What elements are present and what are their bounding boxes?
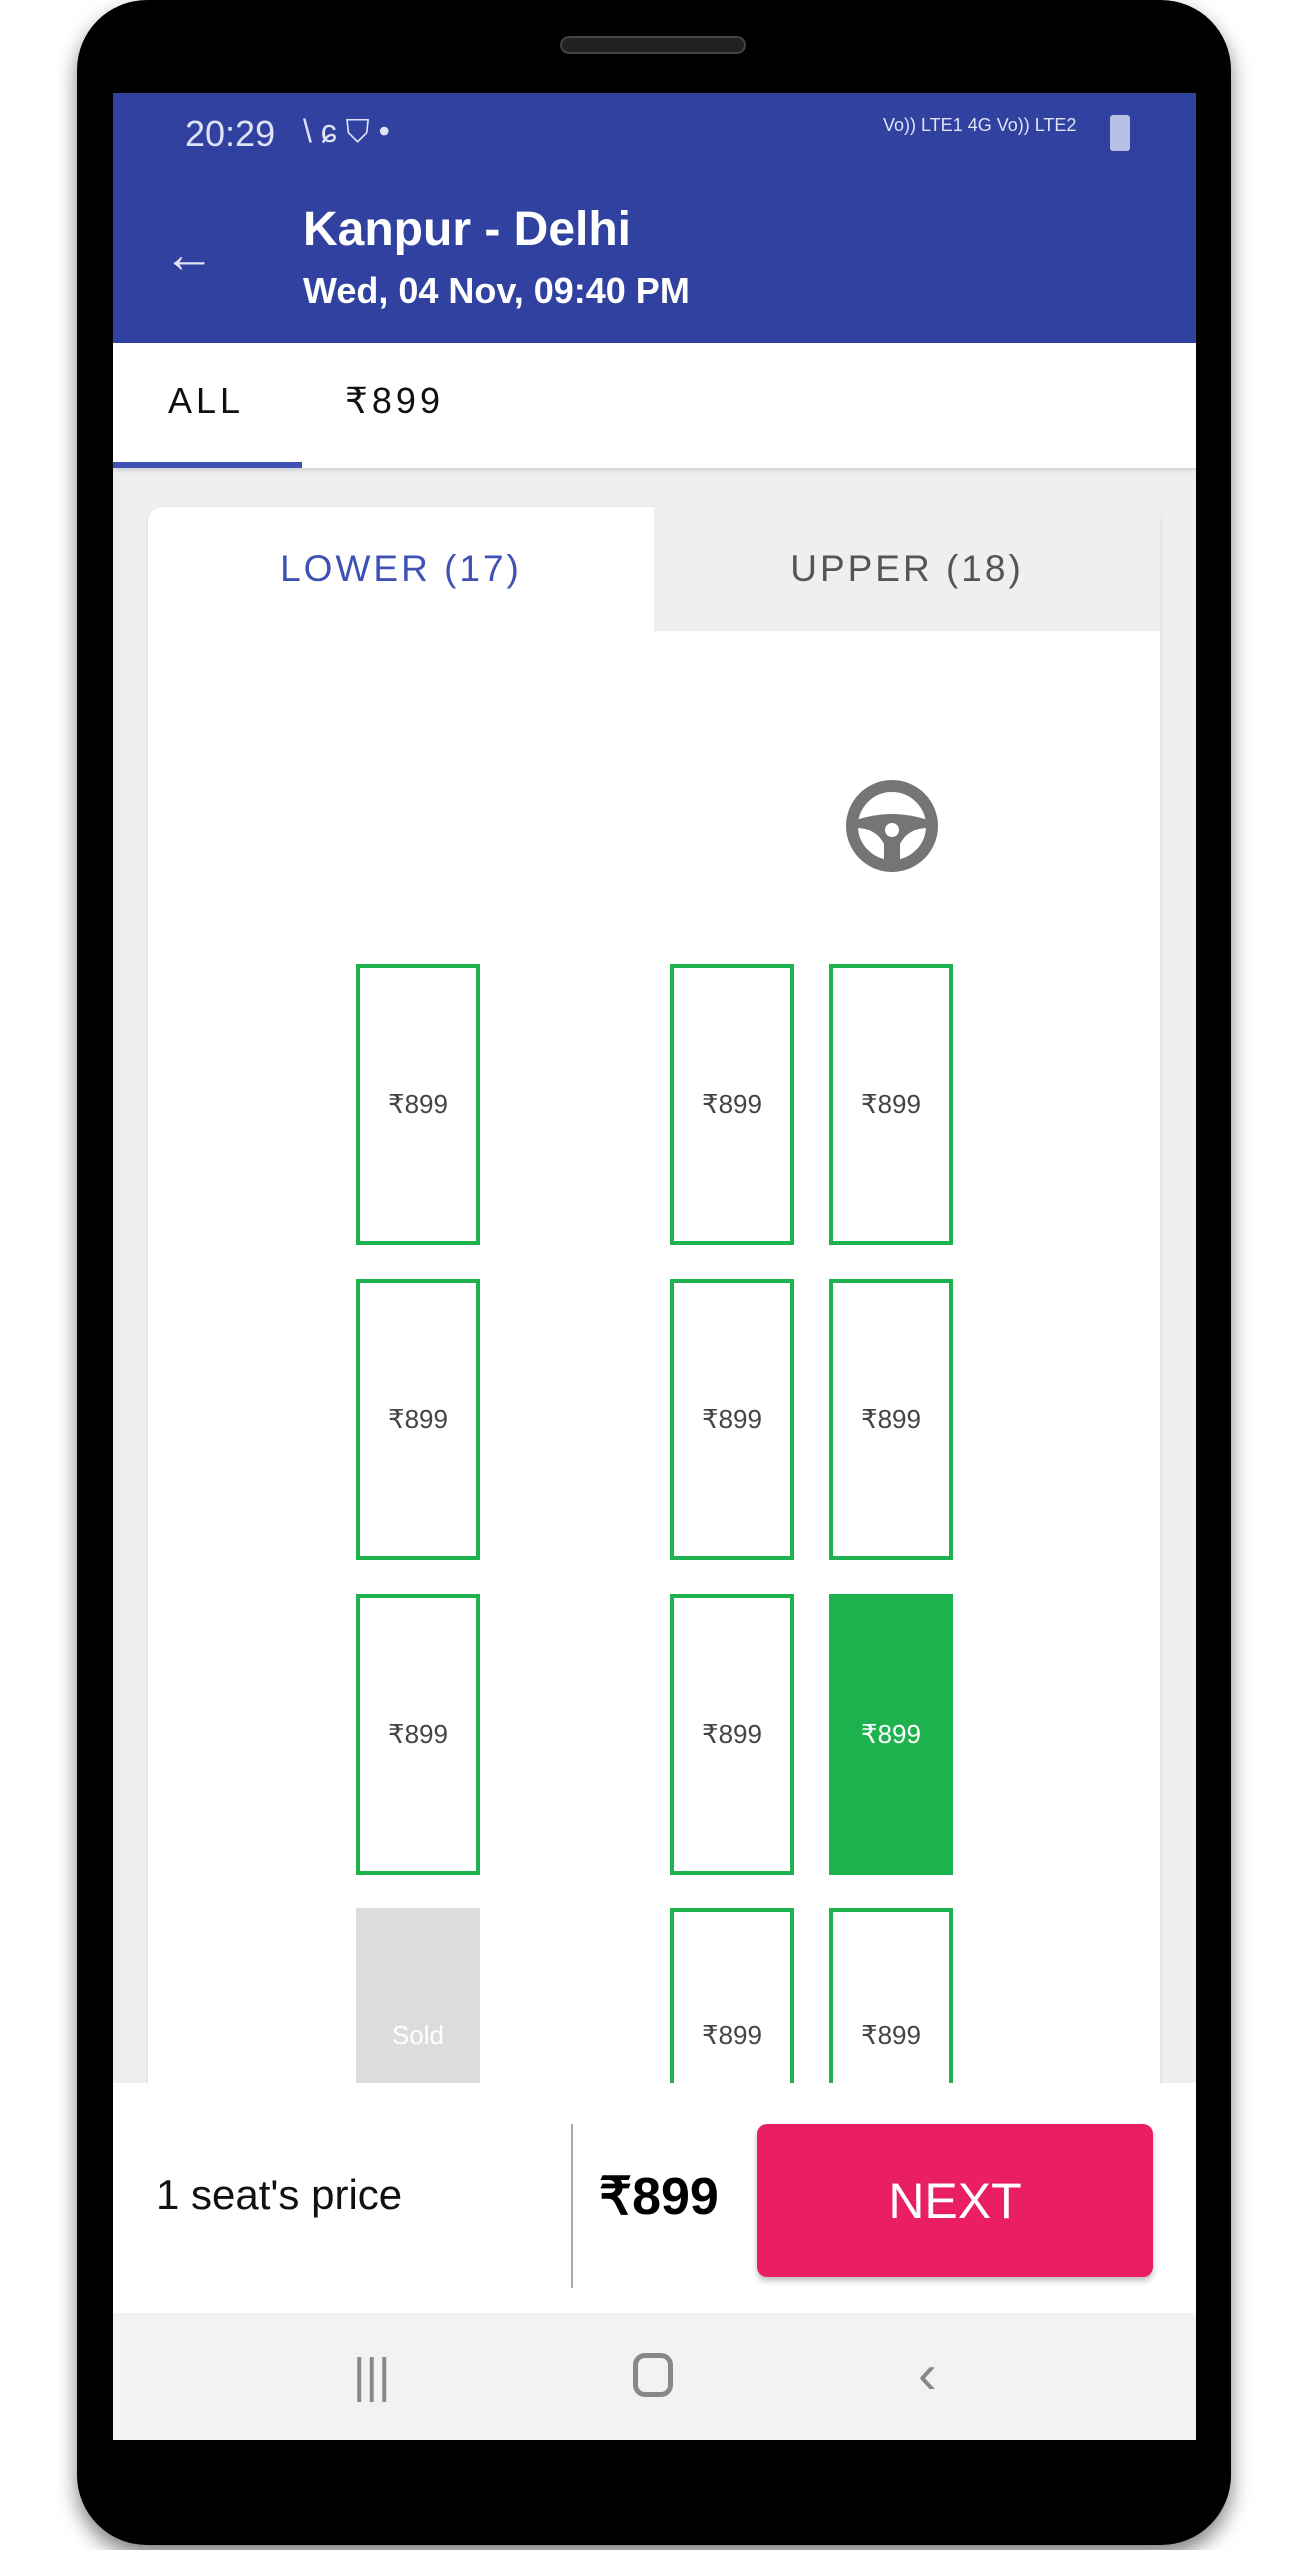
seat-available[interactable]: ₹899 — [829, 964, 953, 1245]
signal-info: Vo)) LTE1 4G Vo)) LTE2 — [883, 115, 1077, 135]
page-title: Kanpur - Delhi — [303, 203, 632, 256]
system-nav-bar: ||| ‹ — [113, 2313, 1196, 2440]
tab-all[interactable]: ALL — [168, 343, 244, 468]
phone-speaker — [560, 36, 746, 54]
seat-available[interactable]: ₹899 — [670, 964, 794, 1245]
battery-icon — [1110, 115, 1130, 151]
bottom-bar: 1 seat's price ₹899 NEXT — [113, 2083, 1196, 2313]
seat-available[interactable]: ₹899 — [356, 964, 480, 1245]
back-icon[interactable]: ‹ — [918, 2341, 937, 2406]
seat-available[interactable]: ₹899 — [829, 1279, 953, 1560]
status-bar: 20:29 \ ɕ ⛉ • Vo)) LTE1 4G Vo)) LTE2 — [113, 93, 1196, 180]
home-icon[interactable] — [633, 2353, 673, 2397]
app-header: ← Kanpur - Delhi Wed, 04 Nov, 09:40 PM — [113, 180, 1196, 343]
status-time: 20:29 — [185, 113, 276, 154]
active-tab-indicator — [113, 462, 302, 468]
recent-apps-icon[interactable]: ||| — [353, 2349, 390, 2404]
price-filter-tabs: ALL ₹899 — [113, 343, 1196, 468]
next-button[interactable]: NEXT — [757, 2124, 1153, 2277]
seat-available[interactable]: ₹899 — [670, 1594, 794, 1875]
screen: 20:29 \ ɕ ⛉ • Vo)) LTE1 4G Vo)) LTE2 ← K… — [113, 93, 1196, 2440]
back-arrow-icon[interactable]: ← — [163, 225, 215, 285]
seat-available[interactable]: ₹899 — [670, 1279, 794, 1560]
notification-icons: \ ɕ ⛉ • — [303, 113, 390, 149]
seat-layout-card: LOWER (17) UPPER (18) ₹899 ₹899 ₹899 ₹899 ₹8… — [148, 507, 1160, 2207]
journey-datetime: Wed, 04 Nov, 09:40 PM — [303, 270, 690, 311]
seat-available[interactable]: ₹899 — [356, 1594, 480, 1875]
tab-lower-deck[interactable]: LOWER (17) — [148, 507, 654, 631]
tab-price-899[interactable]: ₹899 — [345, 343, 444, 468]
seat-count-label: 1 seat's price — [156, 2171, 403, 2218]
divider — [571, 2124, 573, 2288]
tab-upper-deck[interactable]: UPPER (18) — [654, 507, 1160, 631]
seat-selected[interactable]: ₹899 — [829, 1594, 953, 1875]
steering-wheel-icon — [846, 780, 938, 872]
seat-available[interactable]: ₹899 — [356, 1279, 480, 1560]
total-price: ₹899 — [599, 2168, 719, 2226]
